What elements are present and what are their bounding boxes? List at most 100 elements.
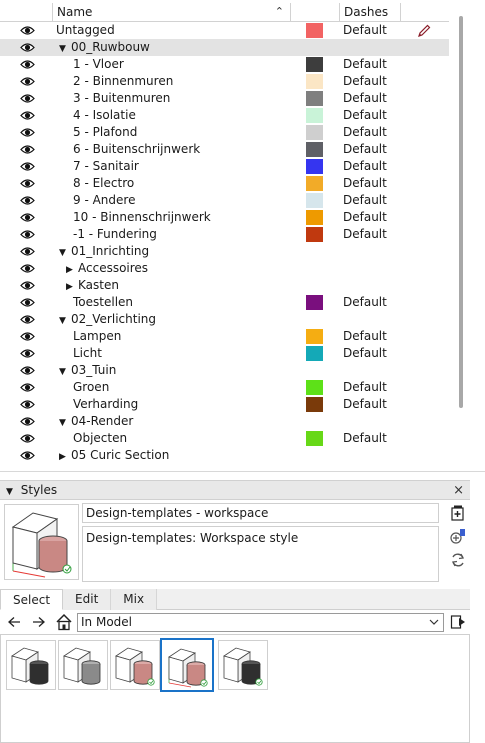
eye-icon[interactable] xyxy=(20,93,35,104)
style-dark-green[interactable] xyxy=(218,640,268,690)
color-swatch[interactable] xyxy=(306,108,323,123)
color-swatch[interactable] xyxy=(306,227,323,242)
color-swatch[interactable] xyxy=(306,74,323,89)
tag-row[interactable]: 6 - Buitenschrijnwerk Default xyxy=(0,141,449,158)
tag-row[interactable]: 1 - Vloer Default xyxy=(0,56,449,73)
name-column-header[interactable]: Name ⌃ xyxy=(53,3,291,22)
dashes-value[interactable]: Default xyxy=(343,294,387,311)
eye-icon[interactable] xyxy=(20,314,35,325)
dashes-value[interactable]: Default xyxy=(343,90,387,107)
dashes-value[interactable]: Default xyxy=(343,379,387,396)
eye-icon[interactable] xyxy=(20,229,35,240)
tab-edit[interactable]: Edit xyxy=(63,589,112,610)
eye-icon[interactable] xyxy=(20,416,35,427)
tag-row[interactable]: 2 - Binnenmuren Default xyxy=(0,73,449,90)
eye-icon[interactable] xyxy=(20,280,35,291)
dashes-value[interactable]: Default xyxy=(343,56,387,73)
color-column-header[interactable] xyxy=(291,3,340,22)
dashes-value[interactable]: Default xyxy=(343,345,387,362)
eye-icon[interactable] xyxy=(20,76,35,87)
dashes-value[interactable]: Default xyxy=(343,226,387,243)
tag-row[interactable]: ▶ 05 Curic Section xyxy=(0,447,449,464)
tag-row[interactable]: ▼ 02_Verlichting xyxy=(0,311,449,328)
eye-icon[interactable] xyxy=(20,42,35,53)
dashes-value[interactable]: Default xyxy=(343,175,387,192)
color-swatch[interactable] xyxy=(306,397,323,412)
eye-icon[interactable] xyxy=(20,161,35,172)
update-style-icon[interactable] xyxy=(450,528,466,544)
eye-icon[interactable] xyxy=(20,144,35,155)
create-style-icon[interactable] xyxy=(450,505,466,521)
tag-row[interactable]: ▶ Kasten xyxy=(0,277,449,294)
eye-icon[interactable] xyxy=(20,127,35,138)
tag-row[interactable]: 7 - Sanitair Default xyxy=(0,158,449,175)
visibility-column-header[interactable] xyxy=(0,3,53,22)
pencil-icon[interactable] xyxy=(417,24,431,38)
eye-icon[interactable] xyxy=(20,382,35,393)
dashes-value[interactable]: Default xyxy=(343,396,387,413)
dashes-value[interactable]: Default xyxy=(343,192,387,209)
styles-panel-header[interactable]: ▼ Styles × xyxy=(0,480,470,500)
color-swatch[interactable] xyxy=(306,125,323,140)
tag-row[interactable]: Groen Default xyxy=(0,379,449,396)
tag-row[interactable]: Verharding Default xyxy=(0,396,449,413)
dashes-value[interactable]: Default xyxy=(343,430,387,447)
style-workspace[interactable] xyxy=(160,638,214,692)
color-swatch[interactable] xyxy=(306,193,323,208)
color-swatch[interactable] xyxy=(306,23,323,38)
color-swatch[interactable] xyxy=(306,380,323,395)
tag-row[interactable]: Lampen Default xyxy=(0,328,449,345)
tag-row[interactable]: ▼ 03_Tuin xyxy=(0,362,449,379)
tag-row[interactable]: 4 - Isolatie Default xyxy=(0,107,449,124)
color-swatch[interactable] xyxy=(306,91,323,106)
dashes-value[interactable]: Default xyxy=(343,328,387,345)
back-arrow-icon[interactable] xyxy=(6,614,22,630)
tab-mix[interactable]: Mix xyxy=(111,589,158,610)
home-icon[interactable] xyxy=(55,613,73,631)
refresh-icon[interactable] xyxy=(450,552,466,568)
eye-icon[interactable] xyxy=(20,433,35,444)
style-dark-box[interactable] xyxy=(6,640,56,690)
collapse-triangle-icon[interactable]: ▼ xyxy=(6,487,13,497)
color-swatch[interactable] xyxy=(306,142,323,157)
dashes-value[interactable]: Default xyxy=(343,73,387,90)
eye-icon[interactable] xyxy=(20,246,35,257)
eye-icon[interactable] xyxy=(20,25,35,36)
eye-icon[interactable] xyxy=(20,297,35,308)
tags-scrollbar-thumb[interactable] xyxy=(459,16,463,408)
eye-icon[interactable] xyxy=(20,450,35,461)
eye-icon[interactable] xyxy=(20,178,35,189)
style-gray-box[interactable] xyxy=(58,640,108,690)
dashes-value[interactable]: Default xyxy=(343,107,387,124)
tag-row[interactable]: ▼ 00_Ruwbouw xyxy=(0,39,449,56)
dashes-value[interactable]: Default xyxy=(343,124,387,141)
dashes-value[interactable]: Default xyxy=(343,158,387,175)
color-swatch[interactable] xyxy=(306,329,323,344)
dashes-column-header[interactable]: Dashes xyxy=(340,3,401,22)
eye-icon[interactable] xyxy=(20,212,35,223)
tag-row[interactable]: 9 - Andere Default xyxy=(0,192,449,209)
eye-icon[interactable] xyxy=(20,348,35,359)
dashes-value[interactable]: Default xyxy=(343,22,387,39)
tag-row[interactable]: 8 - Electro Default xyxy=(0,175,449,192)
color-swatch[interactable] xyxy=(306,57,323,72)
style-pink-box[interactable] xyxy=(110,640,160,690)
color-swatch[interactable] xyxy=(306,431,323,446)
eye-icon[interactable] xyxy=(20,263,35,274)
tags-scrollbar[interactable] xyxy=(455,2,469,470)
collection-dropdown[interactable]: In Model xyxy=(77,613,444,632)
details-arrow-icon[interactable] xyxy=(450,614,466,630)
tag-row[interactable]: ▼ 04-Render xyxy=(0,413,449,430)
color-swatch[interactable] xyxy=(306,346,323,361)
tag-row[interactable]: ▶ Accessoires xyxy=(0,260,449,277)
style-description-field[interactable]: Design-templates: Workspace style xyxy=(82,526,439,582)
color-swatch[interactable] xyxy=(306,295,323,310)
eye-icon[interactable] xyxy=(20,195,35,206)
collapsed-triangle-icon[interactable]: ▶ xyxy=(59,449,71,466)
eye-icon[interactable] xyxy=(20,59,35,70)
style-name-field[interactable]: Design-templates - workspace xyxy=(82,503,439,523)
eye-icon[interactable] xyxy=(20,110,35,121)
eye-icon[interactable] xyxy=(20,399,35,410)
tag-row[interactable]: 3 - Buitenmuren Default xyxy=(0,90,449,107)
tag-row[interactable]: 5 - Plafond Default xyxy=(0,124,449,141)
